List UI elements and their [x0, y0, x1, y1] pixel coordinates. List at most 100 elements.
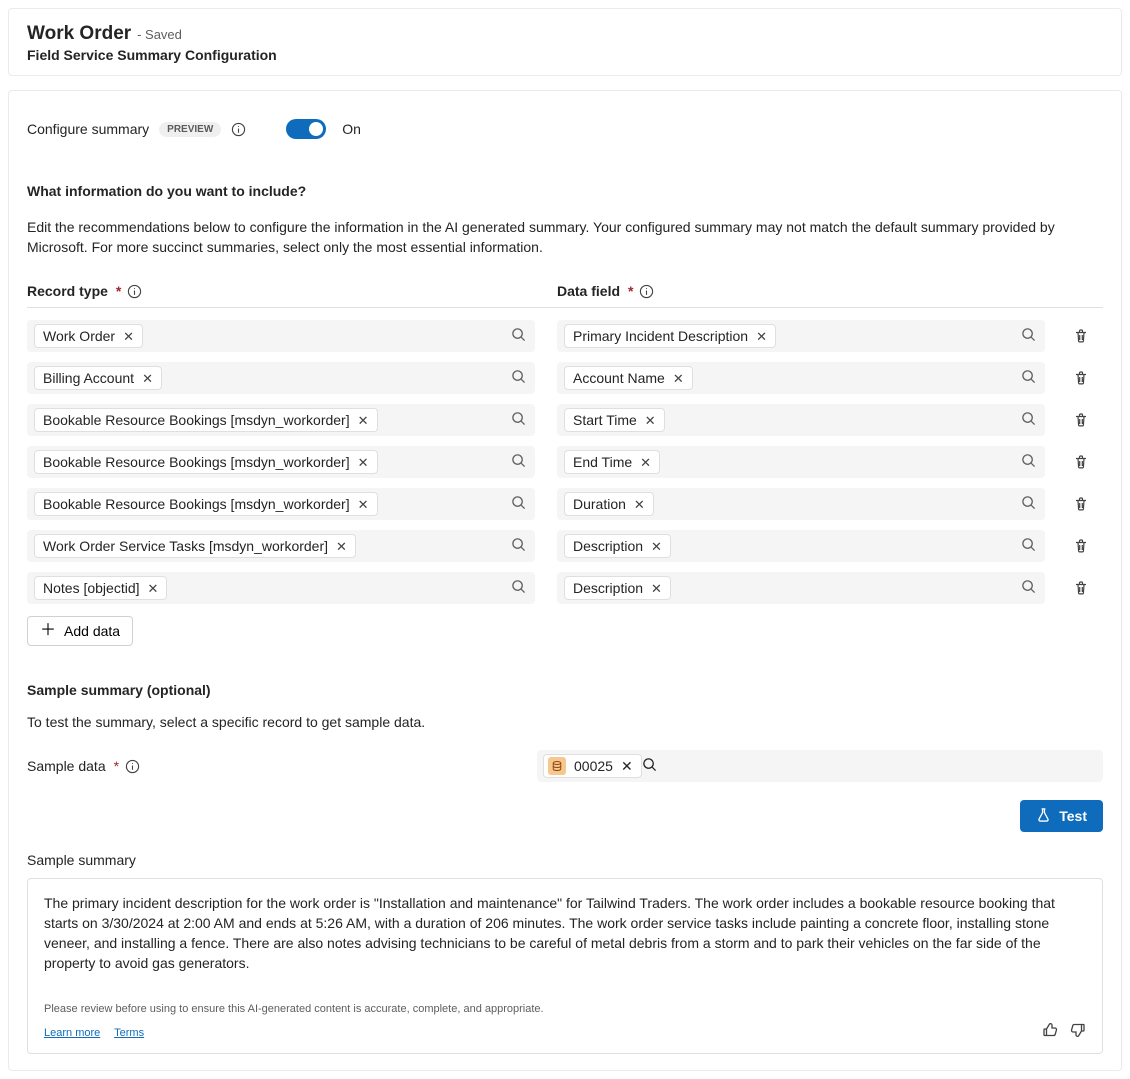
sample-data-lookup[interactable]: 00025 ✕ [537, 750, 1103, 782]
data-field-header: Data field* [557, 283, 1067, 299]
search-icon[interactable] [1021, 453, 1036, 471]
search-icon[interactable] [1021, 369, 1036, 387]
data-field-chip[interactable]: Duration✕ [564, 492, 654, 516]
info-icon[interactable] [231, 122, 246, 137]
record-type-chip[interactable]: Notes [objectid] ✕ [34, 576, 167, 600]
search-icon[interactable] [511, 537, 526, 555]
data-field-chip[interactable]: Description✕ [564, 534, 671, 558]
search-icon[interactable] [1021, 327, 1036, 345]
record-type-chip[interactable]: Billing Account✕ [34, 366, 162, 390]
data-field-value: End Time [573, 454, 632, 470]
close-icon[interactable]: ✕ [673, 372, 684, 385]
preview-badge: PREVIEW [159, 122, 221, 137]
add-data-button[interactable]: ＋ Add data [27, 616, 133, 646]
record-type-lookup[interactable]: Bookable Resource Bookings [msdyn_workor… [27, 404, 535, 436]
data-row: Work Order Service Tasks [msdyn_workorde… [27, 530, 1103, 562]
close-icon[interactable]: ✕ [651, 582, 662, 595]
record-type-lookup[interactable]: Bookable Resource Bookings [msdyn_workor… [27, 488, 535, 520]
data-field-lookup[interactable]: Primary Incident Description✕ [557, 320, 1045, 352]
page-title: Work Order [27, 23, 131, 44]
add-data-label: Add data [64, 623, 120, 639]
delete-row-button[interactable] [1067, 574, 1095, 602]
record-type-lookup[interactable]: Work Order ✕ [27, 320, 535, 352]
data-field-lookup[interactable]: End Time ✕ [557, 446, 1045, 478]
record-type-chip[interactable]: Work Order ✕ [34, 324, 143, 348]
record-type-chip[interactable]: Bookable Resource Bookings [msdyn_workor… [34, 408, 378, 432]
record-type-header: Record type* [27, 283, 557, 299]
info-icon[interactable] [125, 759, 140, 774]
close-icon[interactable]: ✕ [358, 498, 369, 511]
search-icon[interactable] [642, 757, 657, 775]
search-icon[interactable] [1021, 411, 1036, 429]
close-icon[interactable]: ✕ [621, 758, 633, 775]
record-type-value: Work Order Service Tasks [msdyn_workorde… [43, 538, 328, 554]
record-type-lookup[interactable]: Work Order Service Tasks [msdyn_workorde… [27, 530, 535, 562]
sample-record-value: 00025 [574, 758, 613, 774]
search-icon[interactable] [511, 411, 526, 429]
sample-record-chip[interactable]: 00025 ✕ [543, 754, 642, 778]
search-icon[interactable] [511, 369, 526, 387]
close-icon[interactable]: ✕ [645, 414, 656, 427]
close-icon[interactable]: ✕ [358, 414, 369, 427]
data-field-chip[interactable]: Description✕ [564, 576, 671, 600]
data-rows: Work Order✕Primary Incident Description✕… [27, 320, 1103, 604]
close-icon[interactable]: ✕ [336, 540, 347, 553]
terms-link[interactable]: Terms [114, 1027, 144, 1039]
data-field-chip[interactable]: Account Name ✕ [564, 366, 693, 390]
data-field-lookup[interactable]: Account Name ✕ [557, 362, 1045, 394]
delete-row-button[interactable] [1067, 532, 1095, 560]
search-icon[interactable] [511, 327, 526, 345]
include-description: Edit the recommendations below to config… [27, 217, 1103, 257]
data-field-chip[interactable]: Start Time✕ [564, 408, 665, 432]
test-button[interactable]: Test [1020, 800, 1103, 832]
sample-summary-label: Sample summary [27, 852, 1103, 868]
thumbs-down-icon[interactable] [1070, 1022, 1086, 1043]
delete-row-button[interactable] [1067, 406, 1095, 434]
delete-row-button[interactable] [1067, 448, 1095, 476]
info-icon[interactable] [639, 284, 654, 299]
data-field-chip[interactable]: End Time ✕ [564, 450, 660, 474]
delete-row-button[interactable] [1067, 490, 1095, 518]
close-icon[interactable]: ✕ [756, 330, 767, 343]
record-type-value: Notes [objectid] [43, 580, 140, 596]
close-icon[interactable]: ✕ [640, 456, 651, 469]
data-field-lookup[interactable]: Description✕ [557, 572, 1045, 604]
data-field-lookup[interactable]: Duration✕ [557, 488, 1045, 520]
search-icon[interactable] [511, 453, 526, 471]
record-type-value: Bookable Resource Bookings [msdyn_workor… [43, 454, 350, 470]
data-field-value: Account Name [573, 370, 665, 386]
flask-icon [1036, 807, 1051, 825]
record-type-lookup[interactable]: Bookable Resource Bookings [msdyn_workor… [27, 446, 535, 478]
learn-more-link[interactable]: Learn more [44, 1027, 100, 1039]
sample-data-label: Sample data [27, 758, 106, 774]
data-field-lookup[interactable]: Description✕ [557, 530, 1045, 562]
search-icon[interactable] [511, 579, 526, 597]
search-icon[interactable] [511, 495, 526, 513]
thumbs-up-icon[interactable] [1042, 1022, 1058, 1043]
close-icon[interactable]: ✕ [142, 372, 153, 385]
record-type-lookup[interactable]: Billing Account✕ [27, 362, 535, 394]
close-icon[interactable]: ✕ [148, 582, 159, 595]
data-row: Bookable Resource Bookings [msdyn_workor… [27, 404, 1103, 436]
search-icon[interactable] [1021, 579, 1036, 597]
info-icon[interactable] [127, 284, 142, 299]
data-field-lookup[interactable]: Start Time✕ [557, 404, 1045, 436]
record-type-chip[interactable]: Work Order Service Tasks [msdyn_workorde… [34, 534, 356, 558]
close-icon[interactable]: ✕ [634, 498, 645, 511]
close-icon[interactable]: ✕ [358, 456, 369, 469]
record-type-value: Work Order [43, 328, 115, 344]
search-icon[interactable] [1021, 537, 1036, 555]
close-icon[interactable]: ✕ [123, 330, 134, 343]
delete-row-button[interactable] [1067, 364, 1095, 392]
record-type-lookup[interactable]: Notes [objectid] ✕ [27, 572, 535, 604]
delete-row-button[interactable] [1067, 322, 1095, 350]
record-type-chip[interactable]: Bookable Resource Bookings [msdyn_workor… [34, 450, 378, 474]
data-row: Notes [objectid]✕Description✕ [27, 572, 1103, 604]
record-type-chip[interactable]: Bookable Resource Bookings [msdyn_workor… [34, 492, 378, 516]
data-field-chip[interactable]: Primary Incident Description✕ [564, 324, 776, 348]
close-icon[interactable]: ✕ [651, 540, 662, 553]
search-icon[interactable] [1021, 495, 1036, 513]
sample-summary-heading: Sample summary (optional) [27, 682, 1103, 698]
configure-summary-toggle[interactable] [286, 119, 326, 139]
save-status: - Saved [137, 27, 182, 42]
